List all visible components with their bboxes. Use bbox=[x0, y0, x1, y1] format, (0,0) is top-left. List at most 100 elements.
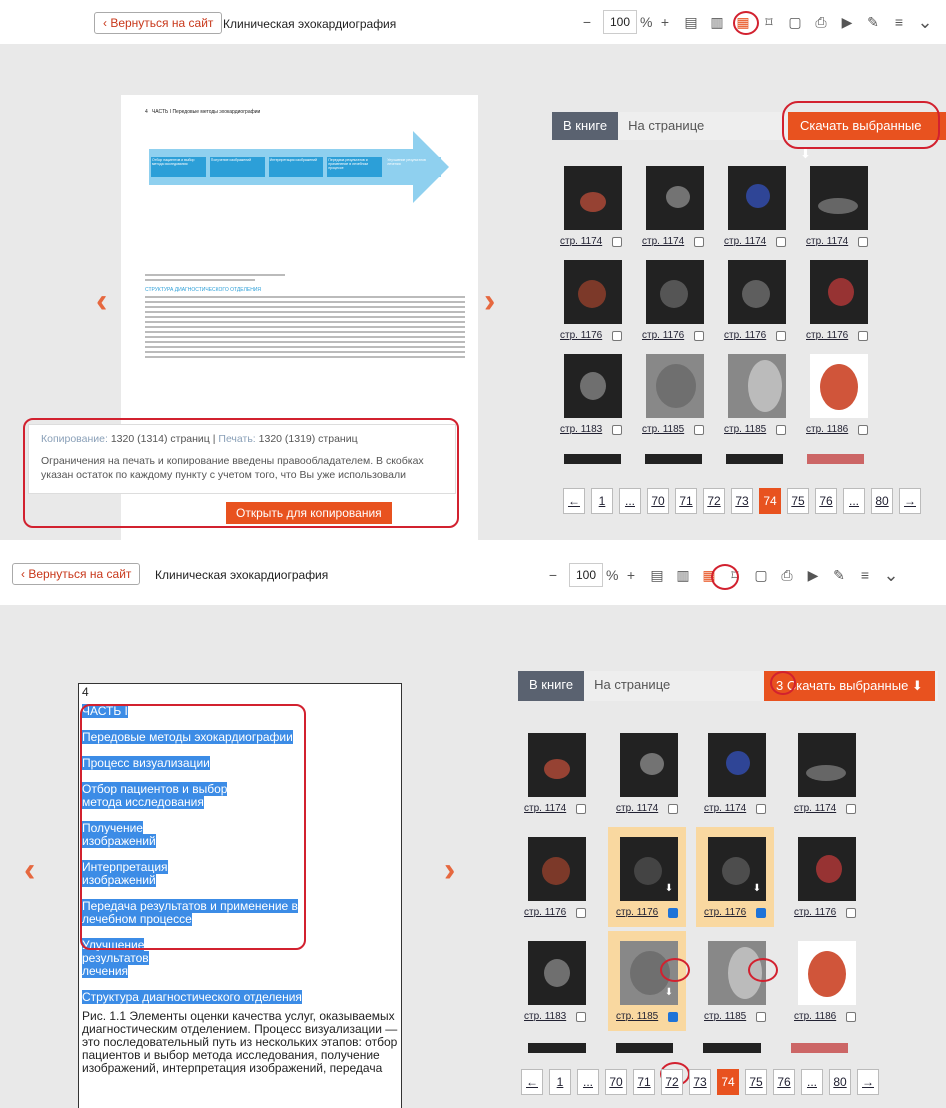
page-ellipsis[interactable]: ... bbox=[801, 1069, 823, 1095]
play-icon[interactable]: ▶ bbox=[800, 567, 826, 584]
page-link[interactable]: 70 bbox=[605, 1069, 627, 1095]
media-caption[interactable]: стр. 1176 bbox=[806, 330, 848, 341]
page-current[interactable]: 74 bbox=[717, 1069, 739, 1095]
selected-text[interactable]: Структура диагностического отделения bbox=[82, 990, 302, 1004]
zoom-out-icon[interactable]: − bbox=[540, 567, 566, 583]
media-item[interactable]: стр. 1176 bbox=[804, 256, 892, 348]
page-prev[interactable]: ← bbox=[563, 488, 585, 514]
media-checkbox[interactable] bbox=[776, 425, 786, 435]
notes-icon[interactable]: ▢ bbox=[782, 14, 808, 31]
media-item[interactable]: стр. 1174 bbox=[702, 729, 790, 821]
media-item[interactable]: стр. 1174 bbox=[640, 162, 728, 254]
media-item[interactable]: стр. 1174 bbox=[804, 162, 892, 254]
page-link[interactable]: 1 bbox=[591, 488, 613, 514]
media-checkbox[interactable] bbox=[756, 1012, 766, 1022]
menu-icon[interactable]: ≡ bbox=[886, 14, 912, 30]
attach-icon[interactable]: ✎ bbox=[860, 14, 886, 31]
zoom-out-icon[interactable]: − bbox=[574, 14, 600, 30]
single-page-icon[interactable]: ▤ bbox=[644, 567, 670, 584]
media-checkbox-checked[interactable] bbox=[668, 908, 678, 918]
media-checkbox[interactable] bbox=[612, 425, 622, 435]
page-link[interactable]: 1 bbox=[549, 1069, 571, 1095]
media-item[interactable]: стр. 1186 bbox=[804, 350, 892, 442]
media-caption[interactable]: стр. 1185 bbox=[616, 1011, 658, 1022]
page-link[interactable]: 73 bbox=[731, 488, 753, 514]
media-checkbox[interactable] bbox=[846, 804, 856, 814]
media-caption[interactable]: стр. 1185 bbox=[704, 1011, 746, 1022]
tab-on-page[interactable]: На странице bbox=[584, 671, 680, 701]
media-caption[interactable]: стр. 1174 bbox=[724, 236, 766, 247]
media-checkbox[interactable] bbox=[612, 237, 622, 247]
media-caption[interactable]: стр. 1183 bbox=[560, 424, 602, 435]
zoom-in-icon[interactable]: + bbox=[652, 14, 678, 30]
two-page-icon[interactable]: ▥ bbox=[704, 14, 730, 31]
media-checkbox[interactable] bbox=[776, 331, 786, 341]
page-prev[interactable]: ← bbox=[521, 1069, 543, 1095]
media-item-selected[interactable]: ⬇ стр. 1176 bbox=[696, 827, 790, 927]
media-caption[interactable]: стр. 1185 bbox=[642, 424, 684, 435]
media-checkbox[interactable] bbox=[846, 908, 856, 918]
back-to-site-button[interactable]: ‹ Вернуться на сайт bbox=[94, 12, 223, 34]
page-link[interactable]: 72 bbox=[661, 1069, 683, 1095]
media-item[interactable]: стр. 1183 bbox=[522, 937, 610, 1029]
media-checkbox[interactable] bbox=[756, 804, 766, 814]
media-caption[interactable]: стр. 1176 bbox=[704, 907, 746, 918]
media-item[interactable]: стр. 1176 bbox=[522, 833, 610, 925]
media-item[interactable]: стр. 1174 bbox=[722, 162, 810, 254]
two-page-icon[interactable]: ▥ bbox=[670, 567, 696, 584]
menu-icon[interactable]: ≡ bbox=[852, 567, 878, 583]
media-caption[interactable]: стр. 1176 bbox=[560, 330, 602, 341]
media-item[interactable]: стр. 1174 bbox=[558, 162, 646, 254]
media-caption[interactable]: стр. 1174 bbox=[524, 803, 566, 814]
print-icon[interactable]: ⎙ bbox=[774, 567, 800, 584]
media-item[interactable]: стр. 1174 bbox=[614, 729, 702, 821]
page-next[interactable]: → bbox=[899, 488, 921, 514]
page-link[interactable]: 76 bbox=[815, 488, 837, 514]
media-item[interactable]: стр. 1176 bbox=[792, 833, 880, 925]
media-caption[interactable]: стр. 1186 bbox=[794, 1011, 836, 1022]
page-link[interactable]: 72 bbox=[703, 488, 725, 514]
media-caption[interactable]: стр. 1174 bbox=[616, 803, 658, 814]
zoom-in-icon[interactable]: + bbox=[618, 567, 644, 583]
page-link[interactable]: 75 bbox=[787, 488, 809, 514]
back-to-site-button[interactable]: ‹ Вернуться на сайт bbox=[12, 563, 141, 585]
media-item-selected[interactable]: ⬇ стр. 1185 bbox=[608, 931, 702, 1031]
download-icon[interactable]: ⬇ bbox=[750, 883, 764, 895]
media-caption[interactable]: стр. 1174 bbox=[806, 236, 848, 247]
page-next[interactable]: → bbox=[857, 1069, 879, 1095]
next-page-arrow-icon[interactable]: › bbox=[484, 282, 495, 321]
media-caption[interactable]: стр. 1183 bbox=[524, 1011, 566, 1022]
page-link[interactable]: 80 bbox=[829, 1069, 851, 1095]
tab-on-page[interactable]: На странице bbox=[618, 112, 714, 140]
zoom-input[interactable]: 100 bbox=[569, 563, 603, 587]
media-caption[interactable]: стр. 1176 bbox=[642, 330, 684, 341]
media-item[interactable]: стр. 1176 bbox=[640, 256, 728, 348]
media-checkbox-checked[interactable] bbox=[668, 1012, 678, 1022]
page-ellipsis[interactable]: ... bbox=[843, 488, 865, 514]
media-item[interactable]: стр. 1183 bbox=[558, 350, 646, 442]
media-item[interactable]: стр. 1174 bbox=[522, 729, 610, 821]
media-caption[interactable]: стр. 1185 bbox=[724, 424, 766, 435]
media-checkbox[interactable] bbox=[576, 908, 586, 918]
media-checkbox[interactable] bbox=[846, 1012, 856, 1022]
media-checkbox[interactable] bbox=[776, 237, 786, 247]
media-item[interactable]: стр. 1185 bbox=[722, 350, 810, 442]
media-item[interactable]: стр. 1185 bbox=[702, 937, 790, 1029]
media-item[interactable]: стр. 1174 bbox=[792, 729, 880, 821]
media-caption[interactable]: стр. 1176 bbox=[794, 907, 836, 918]
media-checkbox[interactable] bbox=[858, 425, 868, 435]
page-link[interactable]: 71 bbox=[633, 1069, 655, 1095]
chevron-down-icon[interactable]: ⌄ bbox=[912, 12, 938, 33]
page-link[interactable]: 70 bbox=[647, 488, 669, 514]
media-caption[interactable]: стр. 1174 bbox=[704, 803, 746, 814]
notes-icon[interactable]: ▢ bbox=[748, 567, 774, 584]
single-page-icon[interactable]: ▤ bbox=[678, 14, 704, 31]
page-current[interactable]: 74 bbox=[759, 488, 781, 514]
media-checkbox[interactable] bbox=[858, 237, 868, 247]
print-icon[interactable]: ⎙ bbox=[808, 14, 834, 31]
attach-icon[interactable]: ✎ bbox=[826, 567, 852, 584]
chevron-down-icon[interactable]: ⌄ bbox=[878, 565, 904, 586]
page-link[interactable]: 80 bbox=[871, 488, 893, 514]
media-caption[interactable]: стр. 1176 bbox=[616, 907, 658, 918]
media-caption[interactable]: стр. 1174 bbox=[560, 236, 602, 247]
